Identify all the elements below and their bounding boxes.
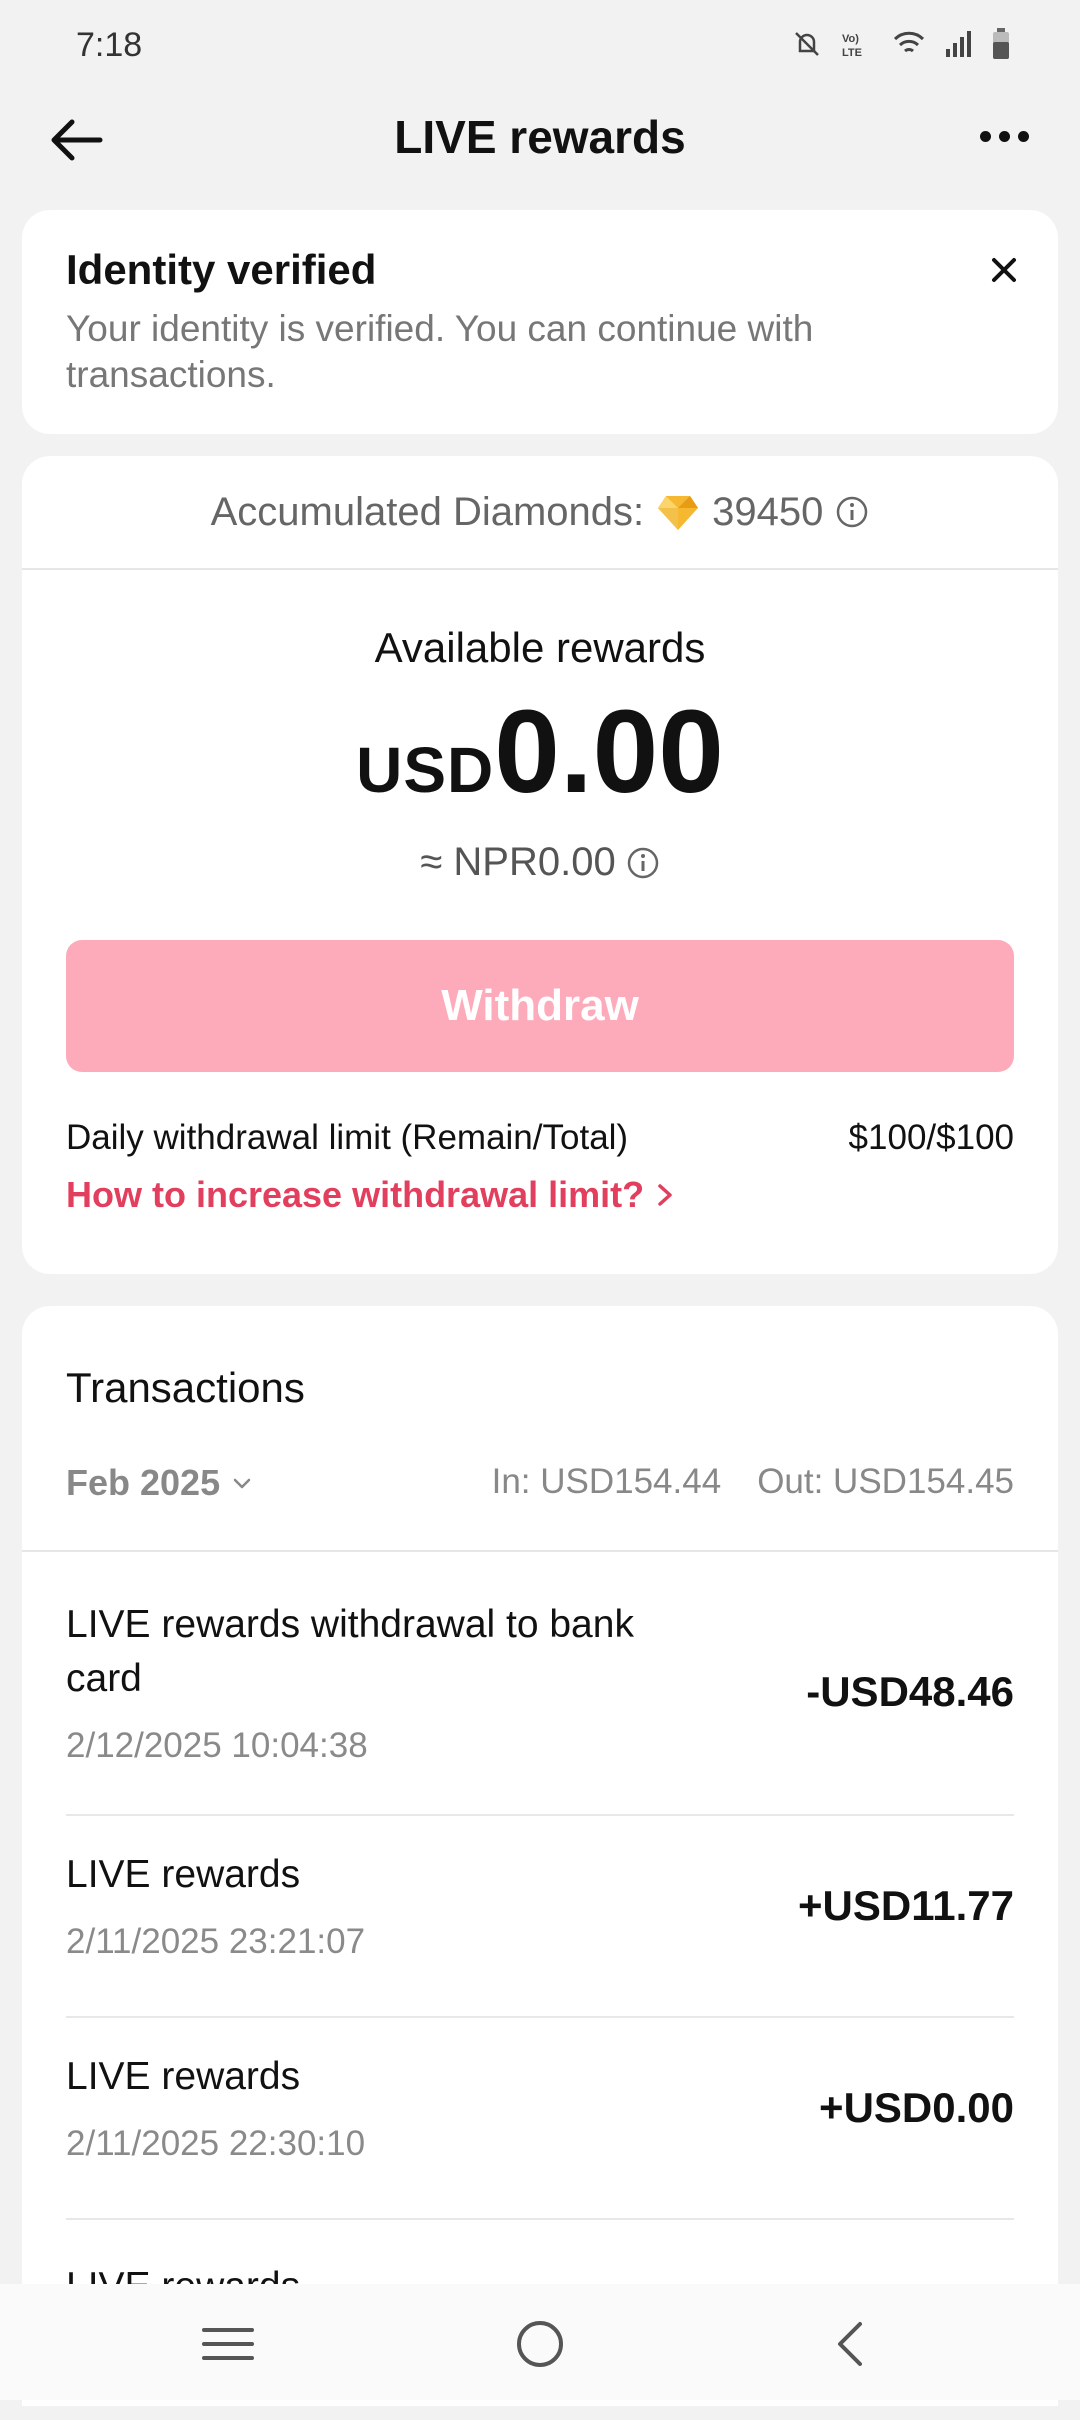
signal-icon xyxy=(946,31,971,57)
app-header: LIVE rewards xyxy=(0,90,1080,186)
approx-amount: ≈ NPR0.00 xyxy=(420,840,616,884)
dot xyxy=(979,130,991,142)
identity-banner: Identity verified Your identity is verif… xyxy=(22,210,1058,434)
mute-icon xyxy=(795,32,819,56)
month-selector[interactable]: Feb 2025 xyxy=(66,1462,254,1504)
wifi-icon xyxy=(893,31,925,53)
svg-text:Vo): Vo) xyxy=(842,33,859,45)
status-time: 7:18 xyxy=(76,26,143,64)
chevron-left-icon xyxy=(838,2322,862,2366)
out-total: Out: USD154.45 xyxy=(757,1462,1014,1501)
increase-limit-link[interactable]: How to increase withdrawal limit? xyxy=(66,1174,676,1216)
month-label: Feb 2025 xyxy=(66,1462,221,1503)
home-circle-icon xyxy=(517,2321,563,2367)
month-summary: In: USD154.44 Out: USD154.45 xyxy=(492,1462,1014,1502)
status-bar: 7:18 Vo) LTE xyxy=(0,0,1080,90)
transaction-amount: +USD0.00 xyxy=(819,2084,1014,2131)
chevron-right-icon xyxy=(658,1184,672,1206)
amount-value: 0.00 xyxy=(494,686,724,818)
identity-title: Identity verified xyxy=(66,246,377,293)
dot xyxy=(1017,130,1029,142)
back-nav-button[interactable] xyxy=(820,2312,884,2376)
chevron-down-icon xyxy=(233,1478,251,1489)
home-button[interactable] xyxy=(508,2312,572,2376)
transaction-name: LIVE rewards withdrawal to bank card xyxy=(66,1603,634,1700)
transactions-card: Transactions Feb 2025 In: USD154.44 Out:… xyxy=(22,1306,1058,2406)
transaction-amount: +USD11.77 xyxy=(798,1882,1014,1929)
recent-apps-button[interactable] xyxy=(196,2312,260,2376)
close-icon xyxy=(992,258,1016,282)
system-nav-bar xyxy=(0,2284,1080,2400)
transactions-title: Transactions xyxy=(66,1364,305,1411)
transaction-row[interactable]: LIVE rewards 2/11/2025 22:30:10 +USD0.00 xyxy=(66,2018,1014,2220)
accumulated-value: 39450 xyxy=(712,489,824,534)
in-total: In: USD154.44 xyxy=(491,1462,722,1501)
available-rewards-label: Available rewards xyxy=(374,624,706,671)
transaction-name: LIVE rewards xyxy=(66,2055,301,2098)
identity-message: Your identity is verified. You can conti… xyxy=(66,308,814,395)
more-options-button[interactable] xyxy=(972,114,1036,158)
accumulated-diamonds-row: Accumulated Diamonds: 39450 xyxy=(22,456,1058,570)
transaction-date: 2/11/2025 23:21:07 xyxy=(66,1922,366,1961)
close-banner-button[interactable] xyxy=(980,246,1028,294)
divider xyxy=(22,1550,1058,1552)
info-icon[interactable] xyxy=(626,846,660,880)
increase-limit-label: How to increase withdrawal limit? xyxy=(66,1174,645,1215)
transaction-name: LIVE rewards xyxy=(66,1853,301,1896)
transaction-date: 2/11/2025 22:30:10 xyxy=(66,2124,366,2163)
accumulated-label: Accumulated Diamonds: xyxy=(210,489,645,534)
status-icons: Vo) LTE xyxy=(792,28,1010,60)
withdraw-button[interactable]: Withdraw xyxy=(66,940,1014,1072)
transaction-row[interactable]: LIVE rewards 2/11/2025 23:21:07 +USD11.7… xyxy=(66,1816,1014,2018)
dot xyxy=(998,130,1010,142)
withdrawal-limit-label: Daily withdrawal limit (Remain/Total) xyxy=(66,1118,629,1157)
svg-text:LTE: LTE xyxy=(842,47,862,59)
transaction-amount: -USD48.46 xyxy=(806,1668,1014,1715)
transaction-row[interactable]: LIVE rewards withdrawal to bank card 2/1… xyxy=(66,1576,1014,1816)
volte-icon: Vo) LTE xyxy=(842,33,862,59)
transaction-date: 2/12/2025 10:04:38 xyxy=(66,1726,368,1765)
approx-amount-row: ≈ NPR0.00 xyxy=(22,840,1058,885)
info-icon[interactable] xyxy=(835,495,869,529)
menu-icon xyxy=(202,2328,254,2360)
diamond-icon xyxy=(658,496,699,530)
rewards-card: Accumulated Diamonds: 39450 Available re… xyxy=(22,456,1058,1274)
battery-icon xyxy=(993,28,1009,59)
currency-label: USD xyxy=(356,734,495,806)
page-title: LIVE rewards xyxy=(394,111,686,163)
available-amount: USD0.00 xyxy=(22,684,1058,820)
withdrawal-limit-value: $100/$100 xyxy=(848,1118,1014,1157)
